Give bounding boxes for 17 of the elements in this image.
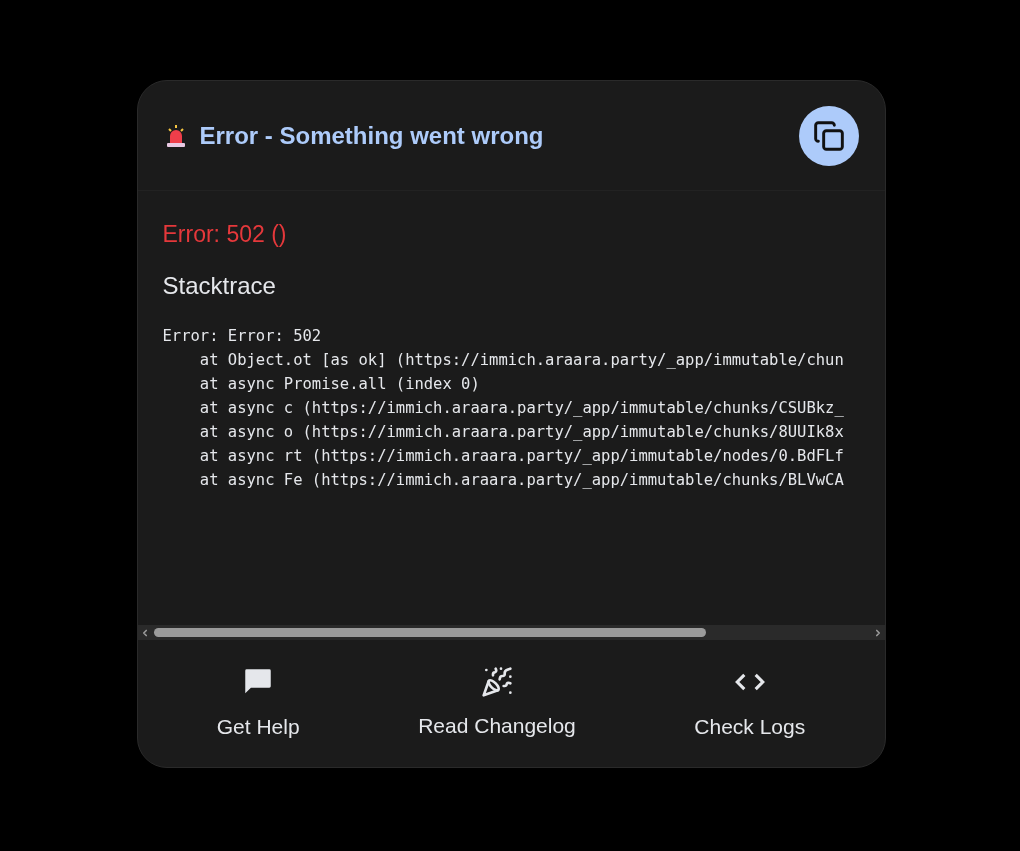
action-button[interactable]: Read Changelog: [408, 665, 586, 742]
action-button[interactable]: Get Help: [206, 664, 310, 743]
stacktrace-line: at async Fe (https://immich.araara.party/_app/immutable/chunks/BLVwCA: [198, 469, 844, 491]
stacktrace-line: Error: Error: 502: [162, 325, 322, 347]
stacktrace-line: at async rt (https://immich.araara.party/_app/immutable/nodes/0.BdFLf: [198, 445, 844, 467]
stacktrace-line: at async Promise.all (index 0): [198, 373, 480, 395]
horizontal-scrollbar[interactable]: [137, 625, 885, 640]
stacktrace-heading: Stacktrace: [162, 270, 277, 301]
action-button[interactable]: Check Logs: [684, 664, 816, 743]
scrollbar-thumb[interactable]: [153, 628, 706, 637]
stacktrace-line: at async o (https://immich.araara.party/_app/immutable/chunks/8UUIk8x: [198, 421, 844, 443]
dialog-title: Error - Something went wrong: [199, 120, 544, 151]
error-message: Error: 502 (): [162, 220, 288, 249]
copy-icon: [812, 119, 845, 152]
party-popper-icon: [481, 665, 513, 698]
stacktrace-line: at async c (https://immich.araara.party/_app/immutable/chunks/CSUBkz_: [198, 397, 844, 419]
stacktrace-line: at Object.ot [as ok] (https://immich.araara.party/_app/immutable/chun: [198, 349, 844, 371]
